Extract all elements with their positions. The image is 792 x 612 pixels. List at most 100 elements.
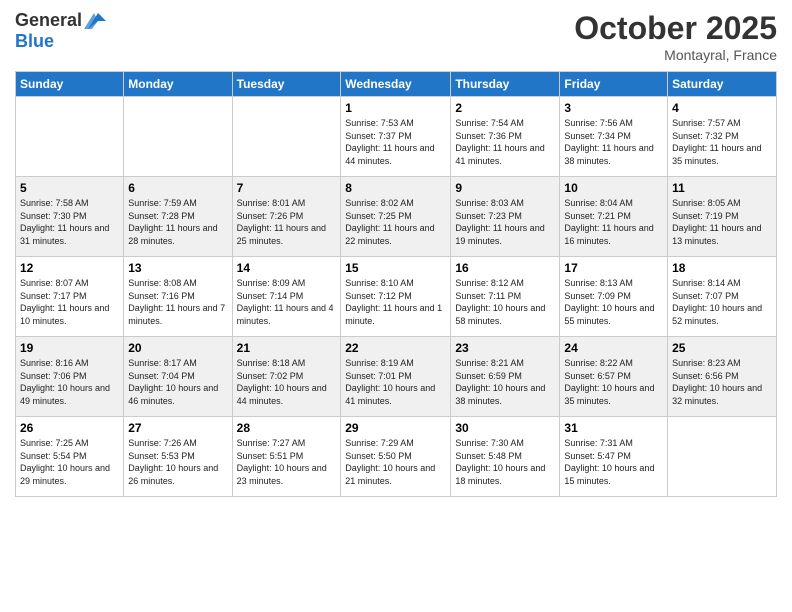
day-info: Sunrise: 8:01 AM Sunset: 7:26 PM Dayligh… [237, 197, 337, 247]
day-info: Sunrise: 7:25 AM Sunset: 5:54 PM Dayligh… [20, 437, 119, 487]
day-info: Sunrise: 7:58 AM Sunset: 7:30 PM Dayligh… [20, 197, 119, 247]
table-row: 1 Sunrise: 7:53 AM Sunset: 7:37 PM Daylig… [341, 97, 451, 177]
calendar-week-row: 5Sunrise: 7:58 AM Sunset: 7:30 PM Daylig… [16, 177, 777, 257]
col-sunday: Sunday [16, 72, 124, 97]
day-number: 28 [237, 421, 337, 435]
table-row: 3 Sunrise: 7:56 AM Sunset: 7:34 PM Daylig… [560, 97, 668, 177]
calendar-week-row: 19 Sunrise: 8:16 AM Sunset: 7:06 PM Dayli… [16, 337, 777, 417]
table-row: 26 Sunrise: 7:25 AM Sunset: 5:54 PM Dayli… [16, 417, 124, 497]
calendar-week-row: 12Sunrise: 8:07 AM Sunset: 7:17 PM Dayli… [16, 257, 777, 337]
table-row: 13 Sunrise: 8:08 AM Sunset: 7:16 PM Dayli… [124, 257, 232, 337]
day-number: 27 [128, 421, 227, 435]
day-number: 15 [345, 261, 446, 275]
day-number: 10 [564, 181, 663, 195]
day-number: 2 [455, 101, 555, 115]
table-row: 17Sunrise: 8:13 AM Sunset: 7:09 PM Dayli… [560, 257, 668, 337]
table-row: 11 Sunrise: 8:05 AM Sunset: 7:19 PM Dayli… [668, 177, 777, 257]
day-info: Sunrise: 8:09 AM Sunset: 7:14 PM Dayligh… [237, 277, 337, 327]
table-row: 12Sunrise: 8:07 AM Sunset: 7:17 PM Dayli… [16, 257, 124, 337]
table-row: 28Sunrise: 7:27 AM Sunset: 5:51 PM Dayli… [232, 417, 341, 497]
table-row [232, 97, 341, 177]
table-row: 23 Sunrise: 8:21 AM Sunset: 6:59 PM Dayli… [451, 337, 560, 417]
table-row: 19 Sunrise: 8:16 AM Sunset: 7:06 PM Dayli… [16, 337, 124, 417]
day-info: Sunrise: 8:13 AM Sunset: 7:09 PM Dayligh… [564, 277, 663, 327]
day-number: 1 [345, 101, 446, 115]
day-number: 13 [128, 261, 227, 275]
day-info: Sunrise: 8:08 AM Sunset: 7:16 PM Dayligh… [128, 277, 227, 327]
day-number: 3 [564, 101, 663, 115]
day-info: Sunrise: 7:56 AM Sunset: 7:34 PM Dayligh… [564, 117, 663, 167]
location-title: Montayral, France [574, 47, 777, 63]
month-title: October 2025 [574, 10, 777, 47]
table-row [668, 417, 777, 497]
day-info: Sunrise: 7:29 AM Sunset: 5:50 PM Dayligh… [345, 437, 446, 487]
day-info: Sunrise: 7:57 AM Sunset: 7:32 PM Dayligh… [672, 117, 772, 167]
day-info: Sunrise: 8:05 AM Sunset: 7:19 PM Dayligh… [672, 197, 772, 247]
day-info: Sunrise: 7:53 AM Sunset: 7:37 PM Dayligh… [345, 117, 446, 167]
header: General Blue October 2025 Montayral, Fra… [15, 10, 777, 63]
table-row: 29Sunrise: 7:29 AM Sunset: 5:50 PM Dayli… [341, 417, 451, 497]
table-row: 8 Sunrise: 8:02 AM Sunset: 7:25 PM Daylig… [341, 177, 451, 257]
table-row: 15 Sunrise: 8:10 AM Sunset: 7:12 PM Dayli… [341, 257, 451, 337]
day-info: Sunrise: 8:18 AM Sunset: 7:02 PM Dayligh… [237, 357, 337, 407]
day-info: Sunrise: 8:23 AM Sunset: 6:56 PM Dayligh… [672, 357, 772, 407]
day-number: 6 [128, 181, 227, 195]
day-info: Sunrise: 7:59 AM Sunset: 7:28 PM Dayligh… [128, 197, 227, 247]
day-number: 14 [237, 261, 337, 275]
day-info: Sunrise: 8:10 AM Sunset: 7:12 PM Dayligh… [345, 277, 446, 327]
table-row: 18 Sunrise: 8:14 AM Sunset: 7:07 PM Dayli… [668, 257, 777, 337]
day-info: Sunrise: 8:17 AM Sunset: 7:04 PM Dayligh… [128, 357, 227, 407]
day-number: 23 [455, 341, 555, 355]
day-info: Sunrise: 7:54 AM Sunset: 7:36 PM Dayligh… [455, 117, 555, 167]
day-info: Sunrise: 8:14 AM Sunset: 7:07 PM Dayligh… [672, 277, 772, 327]
day-number: 24 [564, 341, 663, 355]
day-info: Sunrise: 8:03 AM Sunset: 7:23 PM Dayligh… [455, 197, 555, 247]
day-number: 4 [672, 101, 772, 115]
day-info: Sunrise: 8:19 AM Sunset: 7:01 PM Dayligh… [345, 357, 446, 407]
day-number: 7 [237, 181, 337, 195]
calendar-week-row: 1 Sunrise: 7:53 AM Sunset: 7:37 PM Daylig… [16, 97, 777, 177]
day-number: 25 [672, 341, 772, 355]
day-info: Sunrise: 8:16 AM Sunset: 7:06 PM Dayligh… [20, 357, 119, 407]
day-number: 19 [20, 341, 119, 355]
day-number: 20 [128, 341, 227, 355]
day-info: Sunrise: 8:21 AM Sunset: 6:59 PM Dayligh… [455, 357, 555, 407]
table-row: 21 Sunrise: 8:18 AM Sunset: 7:02 PM Dayli… [232, 337, 341, 417]
table-row: 4 Sunrise: 7:57 AM Sunset: 7:32 PM Daylig… [668, 97, 777, 177]
table-row: 10Sunrise: 8:04 AM Sunset: 7:21 PM Dayli… [560, 177, 668, 257]
title-block: October 2025 Montayral, France [574, 10, 777, 63]
day-number: 8 [345, 181, 446, 195]
table-row: 2 Sunrise: 7:54 AM Sunset: 7:36 PM Daylig… [451, 97, 560, 177]
day-number: 18 [672, 261, 772, 275]
table-row: 30Sunrise: 7:30 AM Sunset: 5:48 PM Dayli… [451, 417, 560, 497]
table-row: 7 Sunrise: 8:01 AM Sunset: 7:26 PM Daylig… [232, 177, 341, 257]
table-row: 9 Sunrise: 8:03 AM Sunset: 7:23 PM Daylig… [451, 177, 560, 257]
table-row: 20 Sunrise: 8:17 AM Sunset: 7:04 PM Dayli… [124, 337, 232, 417]
table-row: 31 Sunrise: 7:31 AM Sunset: 5:47 PM Dayli… [560, 417, 668, 497]
day-number: 11 [672, 181, 772, 195]
day-info: Sunrise: 8:22 AM Sunset: 6:57 PM Dayligh… [564, 357, 663, 407]
day-number: 30 [455, 421, 555, 435]
table-row [16, 97, 124, 177]
day-info: Sunrise: 8:02 AM Sunset: 7:25 PM Dayligh… [345, 197, 446, 247]
day-info: Sunrise: 7:31 AM Sunset: 5:47 PM Dayligh… [564, 437, 663, 487]
table-row: 22Sunrise: 8:19 AM Sunset: 7:01 PM Dayli… [341, 337, 451, 417]
day-info: Sunrise: 8:07 AM Sunset: 7:17 PM Dayligh… [20, 277, 119, 327]
day-number: 9 [455, 181, 555, 195]
col-thursday: Thursday [451, 72, 560, 97]
logo-icon [84, 11, 106, 31]
day-info: Sunrise: 7:26 AM Sunset: 5:53 PM Dayligh… [128, 437, 227, 487]
table-row [124, 97, 232, 177]
day-number: 26 [20, 421, 119, 435]
table-row: 6 Sunrise: 7:59 AM Sunset: 7:28 PM Daylig… [124, 177, 232, 257]
calendar-week-row: 26 Sunrise: 7:25 AM Sunset: 5:54 PM Dayli… [16, 417, 777, 497]
col-saturday: Saturday [668, 72, 777, 97]
day-number: 21 [237, 341, 337, 355]
table-row: 14 Sunrise: 8:09 AM Sunset: 7:14 PM Dayli… [232, 257, 341, 337]
logo-general: General [15, 10, 82, 31]
logo: General Blue [15, 10, 106, 52]
col-tuesday: Tuesday [232, 72, 341, 97]
day-number: 31 [564, 421, 663, 435]
col-wednesday: Wednesday [341, 72, 451, 97]
table-row: 16Sunrise: 8:12 AM Sunset: 7:11 PM Dayli… [451, 257, 560, 337]
